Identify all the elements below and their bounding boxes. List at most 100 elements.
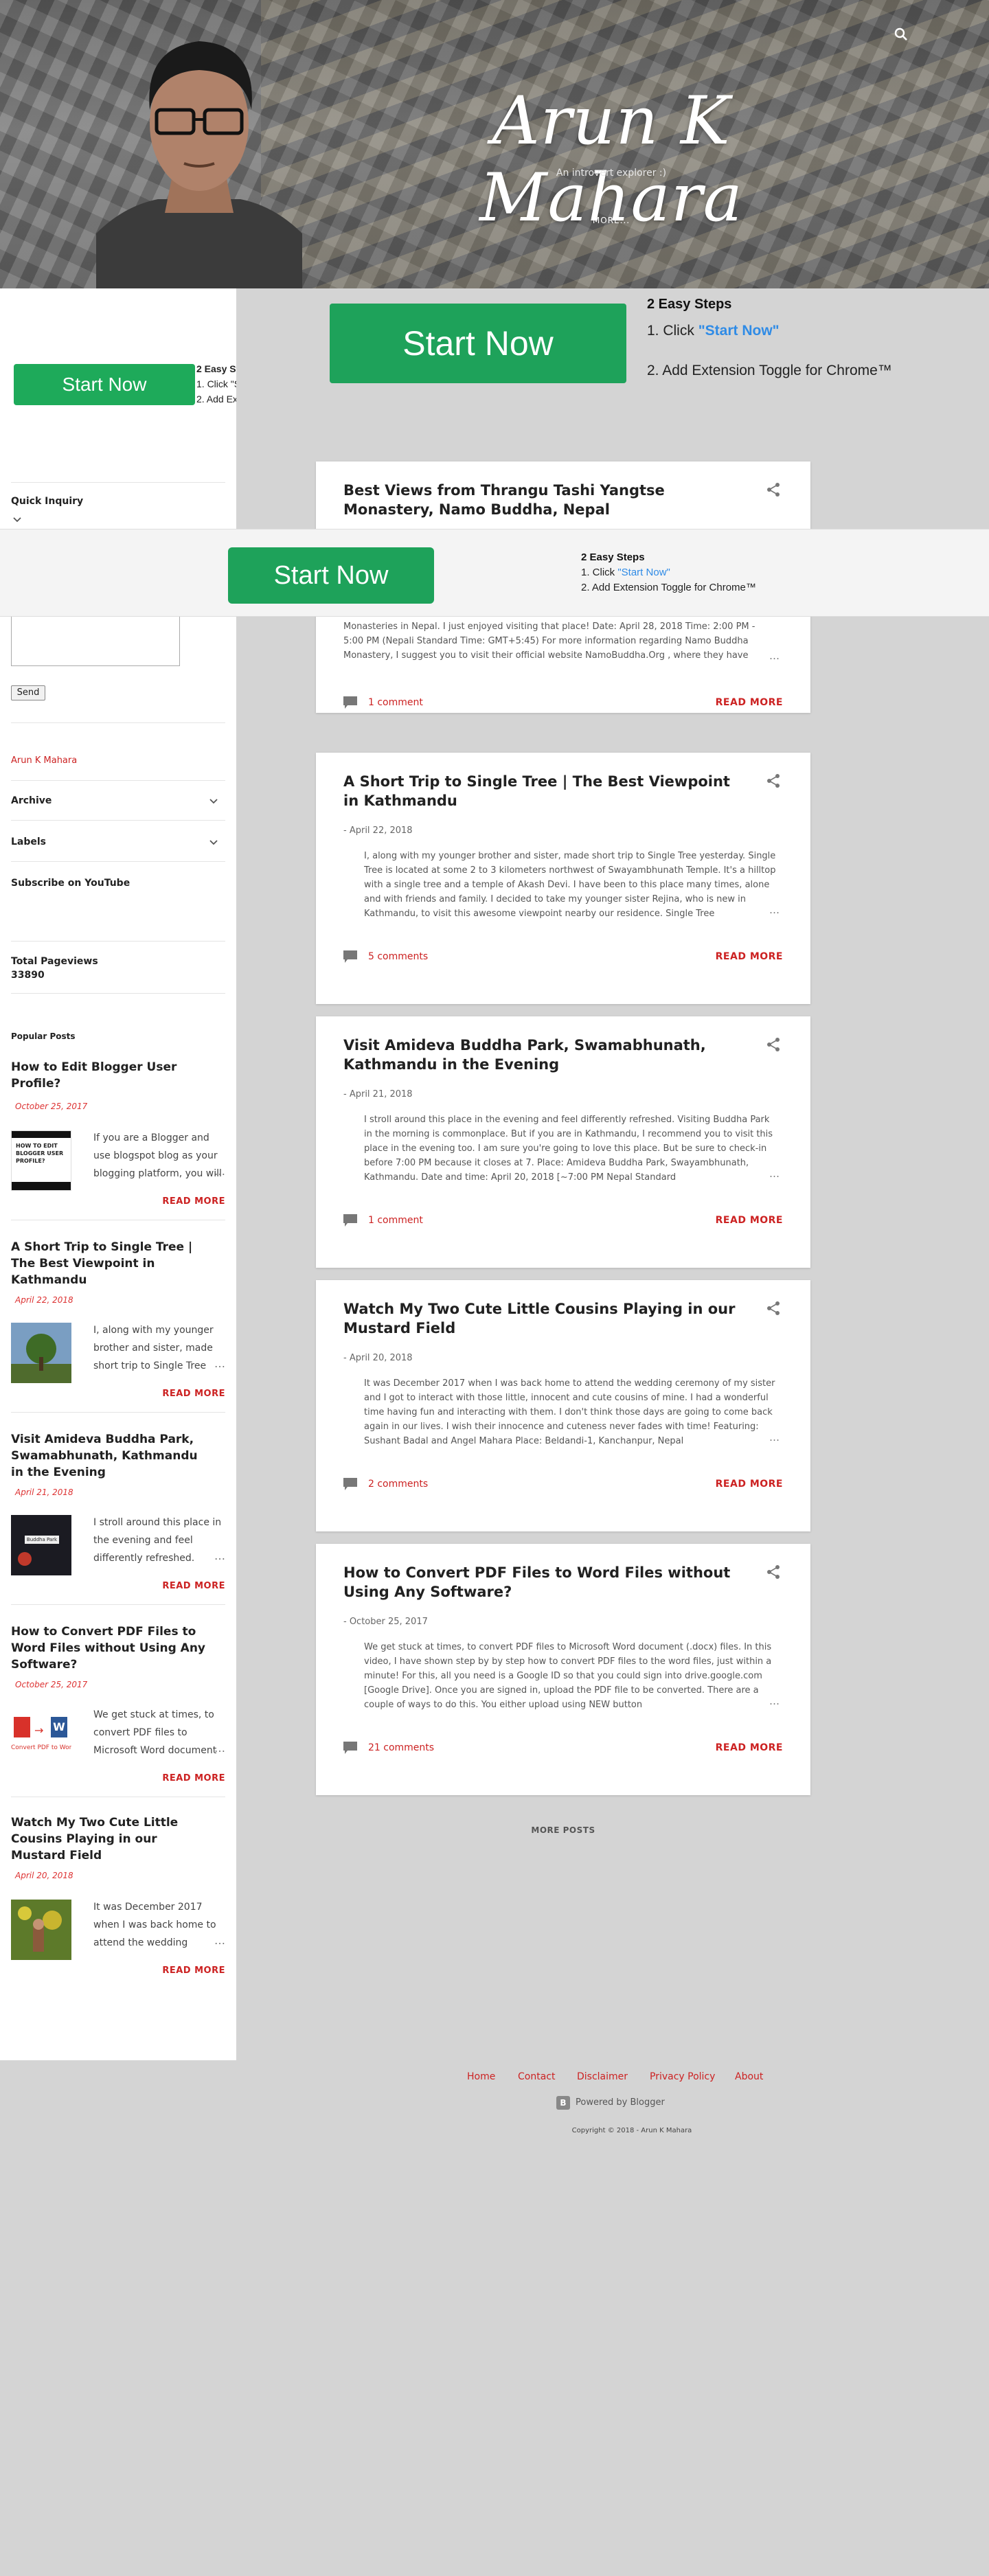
comment-icon[interactable] — [343, 1214, 357, 1227]
search-icon[interactable] — [893, 26, 909, 43]
chevron-down-icon[interactable] — [209, 797, 218, 806]
popular-post-thumbnail[interactable] — [11, 1323, 71, 1383]
blog-title[interactable]: Arun K Mahara — [385, 82, 838, 236]
ellipsis: … — [214, 1357, 225, 1370]
ad-title: 2 Easy Steps — [581, 551, 645, 563]
divider — [11, 941, 225, 942]
read-more-link[interactable]: READ MORE — [673, 1215, 783, 1226]
post-title[interactable]: A Short Trip to Single Tree | The Best V… — [343, 772, 742, 810]
copyright: Copyright © 2018 - Arun K Mahara — [571, 2127, 692, 2134]
ad-step1-link[interactable]: "Start Now" — [617, 567, 670, 578]
comment-count[interactable]: 1 comment — [368, 697, 423, 708]
read-more-link[interactable]: READ MORE — [137, 1581, 225, 1591]
sidebar-ad-steps: 2 Easy Steps 1. Click "Start Now" 2. Add… — [196, 361, 236, 407]
read-more-link[interactable]: READ MORE — [673, 951, 783, 962]
subscribe-heading[interactable]: Subscribe on YouTube — [11, 878, 130, 889]
popular-post-snippet: I, along with my younger brother and sis… — [93, 1325, 214, 1371]
sidebar-ad-start-button[interactable]: Start Now — [14, 364, 195, 405]
author-profile-link[interactable]: Arun K Mahara — [11, 755, 77, 766]
popular-post-date: April 22, 2018 — [15, 1295, 73, 1305]
popular-post-title[interactable]: How to Edit Blogger User Profile? — [11, 1059, 210, 1092]
send-button[interactable]: Send — [11, 685, 45, 700]
divider — [11, 1604, 225, 1605]
comment-count[interactable]: 5 comments — [368, 951, 428, 962]
ad-step1-link[interactable]: "Start Now" — [698, 323, 780, 339]
sidebar-ad-step2: 2. Add Extension Toggle for Chrome™ — [196, 394, 236, 404]
ad-step2: 2. Add Extension Toggle for Chrome™ — [647, 363, 892, 378]
read-more-link[interactable]: READ MORE — [137, 1196, 225, 1207]
post-card: Watch My Two Cute Little Cousins Playing… — [316, 1280, 810, 1531]
powered-by-text: Powered by Blogger — [576, 2097, 665, 2108]
post-snippet: I, along with my younger brother and sis… — [364, 851, 776, 919]
popular-post-thumbnail[interactable] — [11, 1900, 71, 1960]
comment-icon[interactable] — [343, 1478, 357, 1490]
footer-link-contact[interactable]: Contact — [518, 2071, 555, 2082]
popular-post-title[interactable]: A Short Trip to Single Tree | The Best V… — [11, 1239, 210, 1288]
post-snippet: I stroll around this place in the evenin… — [364, 1115, 773, 1183]
popular-post-title[interactable]: Visit Amideva Buddha Park, Swamabhunath,… — [11, 1431, 210, 1481]
footer-link-privacy-policy[interactable]: Privacy Policy — [650, 2071, 715, 2082]
thumbnail-caption: HOW TO EDIT BLOGGER USER PROFILE? — [16, 1143, 64, 1164]
comment-count[interactable]: 1 comment — [368, 1215, 423, 1226]
read-more-link[interactable]: READ MORE — [673, 1742, 783, 1753]
divider — [11, 861, 225, 862]
popular-post-date: October 25, 2017 — [15, 1102, 88, 1111]
footer-link-about[interactable]: About — [735, 2071, 763, 2082]
read-more-link[interactable]: READ MORE — [137, 1773, 225, 1783]
start-now-ad-button[interactable]: Start Now — [330, 304, 626, 383]
archive-heading[interactable]: Archive — [11, 795, 52, 806]
chevron-down-icon[interactable] — [12, 515, 22, 525]
share-icon[interactable] — [766, 1037, 781, 1052]
ad-step2: 2. Add Extension Toggle for Chrome™ — [581, 582, 756, 593]
popular-post-date: October 25, 2017 — [15, 1680, 88, 1689]
post-title[interactable]: Visit Amideva Buddha Park, Swamabhunath,… — [343, 1036, 742, 1074]
share-icon[interactable] — [766, 482, 781, 497]
popular-post-snippet: If you are a Blogger and use blogspot bl… — [93, 1132, 222, 1179]
divider — [11, 482, 225, 483]
chevron-down-icon[interactable] — [209, 838, 218, 847]
divider — [11, 993, 225, 994]
sticky-ad-bar: Start Now 2 Easy Steps 1. Click "Start N… — [0, 529, 989, 617]
read-more-link[interactable]: READ MORE — [137, 1965, 225, 1976]
popular-post-title[interactable]: Watch My Two Cute Little Cousins Playing… — [11, 1814, 210, 1864]
comment-icon[interactable] — [343, 950, 357, 963]
popular-post-thumbnail[interactable]: → W Convert PDF to Word — [11, 1707, 71, 1768]
inquiry-message-field[interactable] — [11, 614, 180, 666]
ad-step1: 1. Click "Start Now" — [581, 567, 670, 578]
post-card: How to Convert PDF Files to Word Files w… — [316, 1544, 810, 1795]
ellipsis: … — [769, 1167, 780, 1180]
share-icon[interactable] — [766, 1564, 781, 1580]
pageviews-label: Total Pageviews — [11, 956, 98, 967]
read-more-link[interactable]: READ MORE — [673, 697, 783, 708]
more-posts-button[interactable]: MORE POSTS — [522, 1825, 604, 1835]
footer-link-home[interactable]: Home — [467, 2071, 495, 2082]
popular-post-title[interactable]: How to Convert PDF Files to Word Files w… — [11, 1623, 210, 1673]
post-card: A Short Trip to Single Tree | The Best V… — [316, 753, 810, 1004]
comment-icon[interactable] — [343, 696, 357, 709]
comment-count[interactable]: 21 comments — [368, 1742, 434, 1753]
footer-link-disclaimer[interactable]: Disclaimer — [577, 2071, 628, 2082]
share-icon[interactable] — [766, 1301, 781, 1316]
comment-count[interactable]: 2 comments — [368, 1479, 428, 1490]
popular-post-date: April 21, 2018 — [15, 1488, 73, 1497]
post-title[interactable]: How to Convert PDF Files to Word Files w… — [343, 1563, 742, 1602]
ad-step1-text: 1. Click — [581, 567, 618, 578]
more-button[interactable]: MORE... — [591, 216, 632, 225]
read-more-link[interactable]: READ MORE — [137, 1389, 225, 1399]
post-title[interactable]: Best Views from Thrangu Tashi Yangtse Mo… — [343, 481, 742, 519]
popular-post-thumbnail[interactable]: Buddha Park — [11, 1515, 71, 1575]
post-title[interactable]: Watch My Two Cute Little Cousins Playing… — [343, 1299, 742, 1338]
start-now-ad-button[interactable]: Start Now — [228, 547, 434, 604]
popular-post-thumbnail[interactable]: HOW TO EDIT BLOGGER USER PROFILE? — [11, 1130, 71, 1191]
ellipsis: … — [214, 1934, 225, 1947]
blogger-icon: B — [556, 2096, 570, 2110]
popular-post-date: April 20, 2018 — [15, 1871, 73, 1880]
ellipsis: … — [769, 904, 780, 916]
read-more-link[interactable]: READ MORE — [673, 1479, 783, 1490]
pageviews-value: 33890 — [11, 970, 45, 981]
comment-icon[interactable] — [343, 1742, 357, 1754]
labels-heading[interactable]: Labels — [11, 836, 46, 847]
share-icon[interactable] — [766, 773, 781, 788]
popular-posts-heading: Popular Posts — [11, 1031, 76, 1041]
blog-tagline: An introvert explorer :) — [556, 168, 667, 179]
